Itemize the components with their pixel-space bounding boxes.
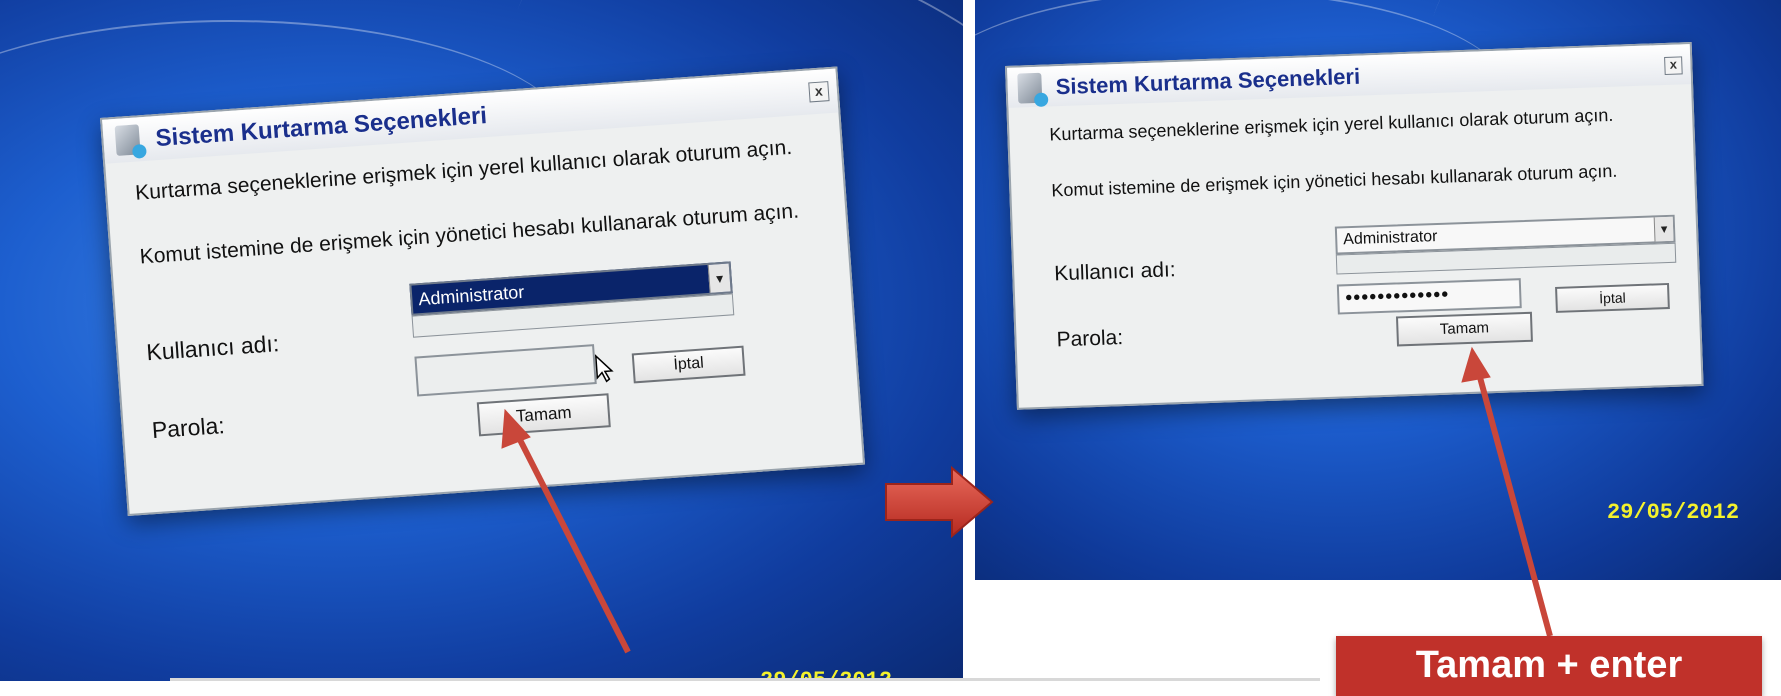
password-value: ••••••••••••• [1344,283,1450,310]
callout-text: Tamam + enter [1415,644,1683,686]
password-input[interactable] [414,344,597,397]
cancel-button[interactable]: İptal [631,345,746,384]
right-arrow-icon [885,466,994,538]
recovery-tool-icon [1017,72,1043,104]
password-input[interactable]: ••••••••••••• [1336,278,1522,315]
close-button[interactable]: x [808,81,830,103]
mouse-cursor-icon [594,354,614,383]
password-label: Parola: [150,412,226,444]
dialog-title: Sistem Kurtarma Seçenekleri [154,102,488,153]
username-label: Kullanıcı adı: [1053,258,1177,286]
instruction-admin: Komut istemine de erişmek için yönetici … [138,199,800,269]
ok-button[interactable]: Tamam [1395,311,1533,347]
instruction-local-user: Kurtarma seçeneklerine erişmek için yere… [1049,104,1614,145]
ok-button[interactable]: Tamam [476,393,611,437]
right-screenshot: Sistem Kurtarma Seçenekleri x Kurtarma s… [975,0,1781,580]
username-value: Administrator [417,281,525,310]
password-label: Parola: [1056,326,1124,352]
username-label: Kullanıcı adı: [145,330,281,366]
recovery-dialog: Sistem Kurtarma Seçenekleri x Kurtarma s… [100,66,866,517]
date-stamp: 29/05/2012 [1607,500,1740,525]
chevron-down-icon[interactable]: ▾ [1653,216,1674,242]
recovery-dialog: Sistem Kurtarma Seçenekleri x Kurtarma s… [1005,42,1704,410]
callout-box: Tamam + enter [1336,636,1762,696]
username-value: Administrator [1342,228,1438,249]
dialog-title: Sistem Kurtarma Seçenekleri [1055,63,1361,100]
chevron-down-icon[interactable]: ▾ [707,263,731,293]
close-button[interactable]: x [1664,56,1683,75]
recovery-tool-icon [114,124,141,156]
instruction-admin: Komut istemine de erişmek için yönetici … [1051,160,1618,201]
left-screenshot: Sistem Kurtarma Seçenekleri x Kurtarma s… [0,0,963,681]
cancel-button[interactable]: İptal [1555,282,1670,313]
